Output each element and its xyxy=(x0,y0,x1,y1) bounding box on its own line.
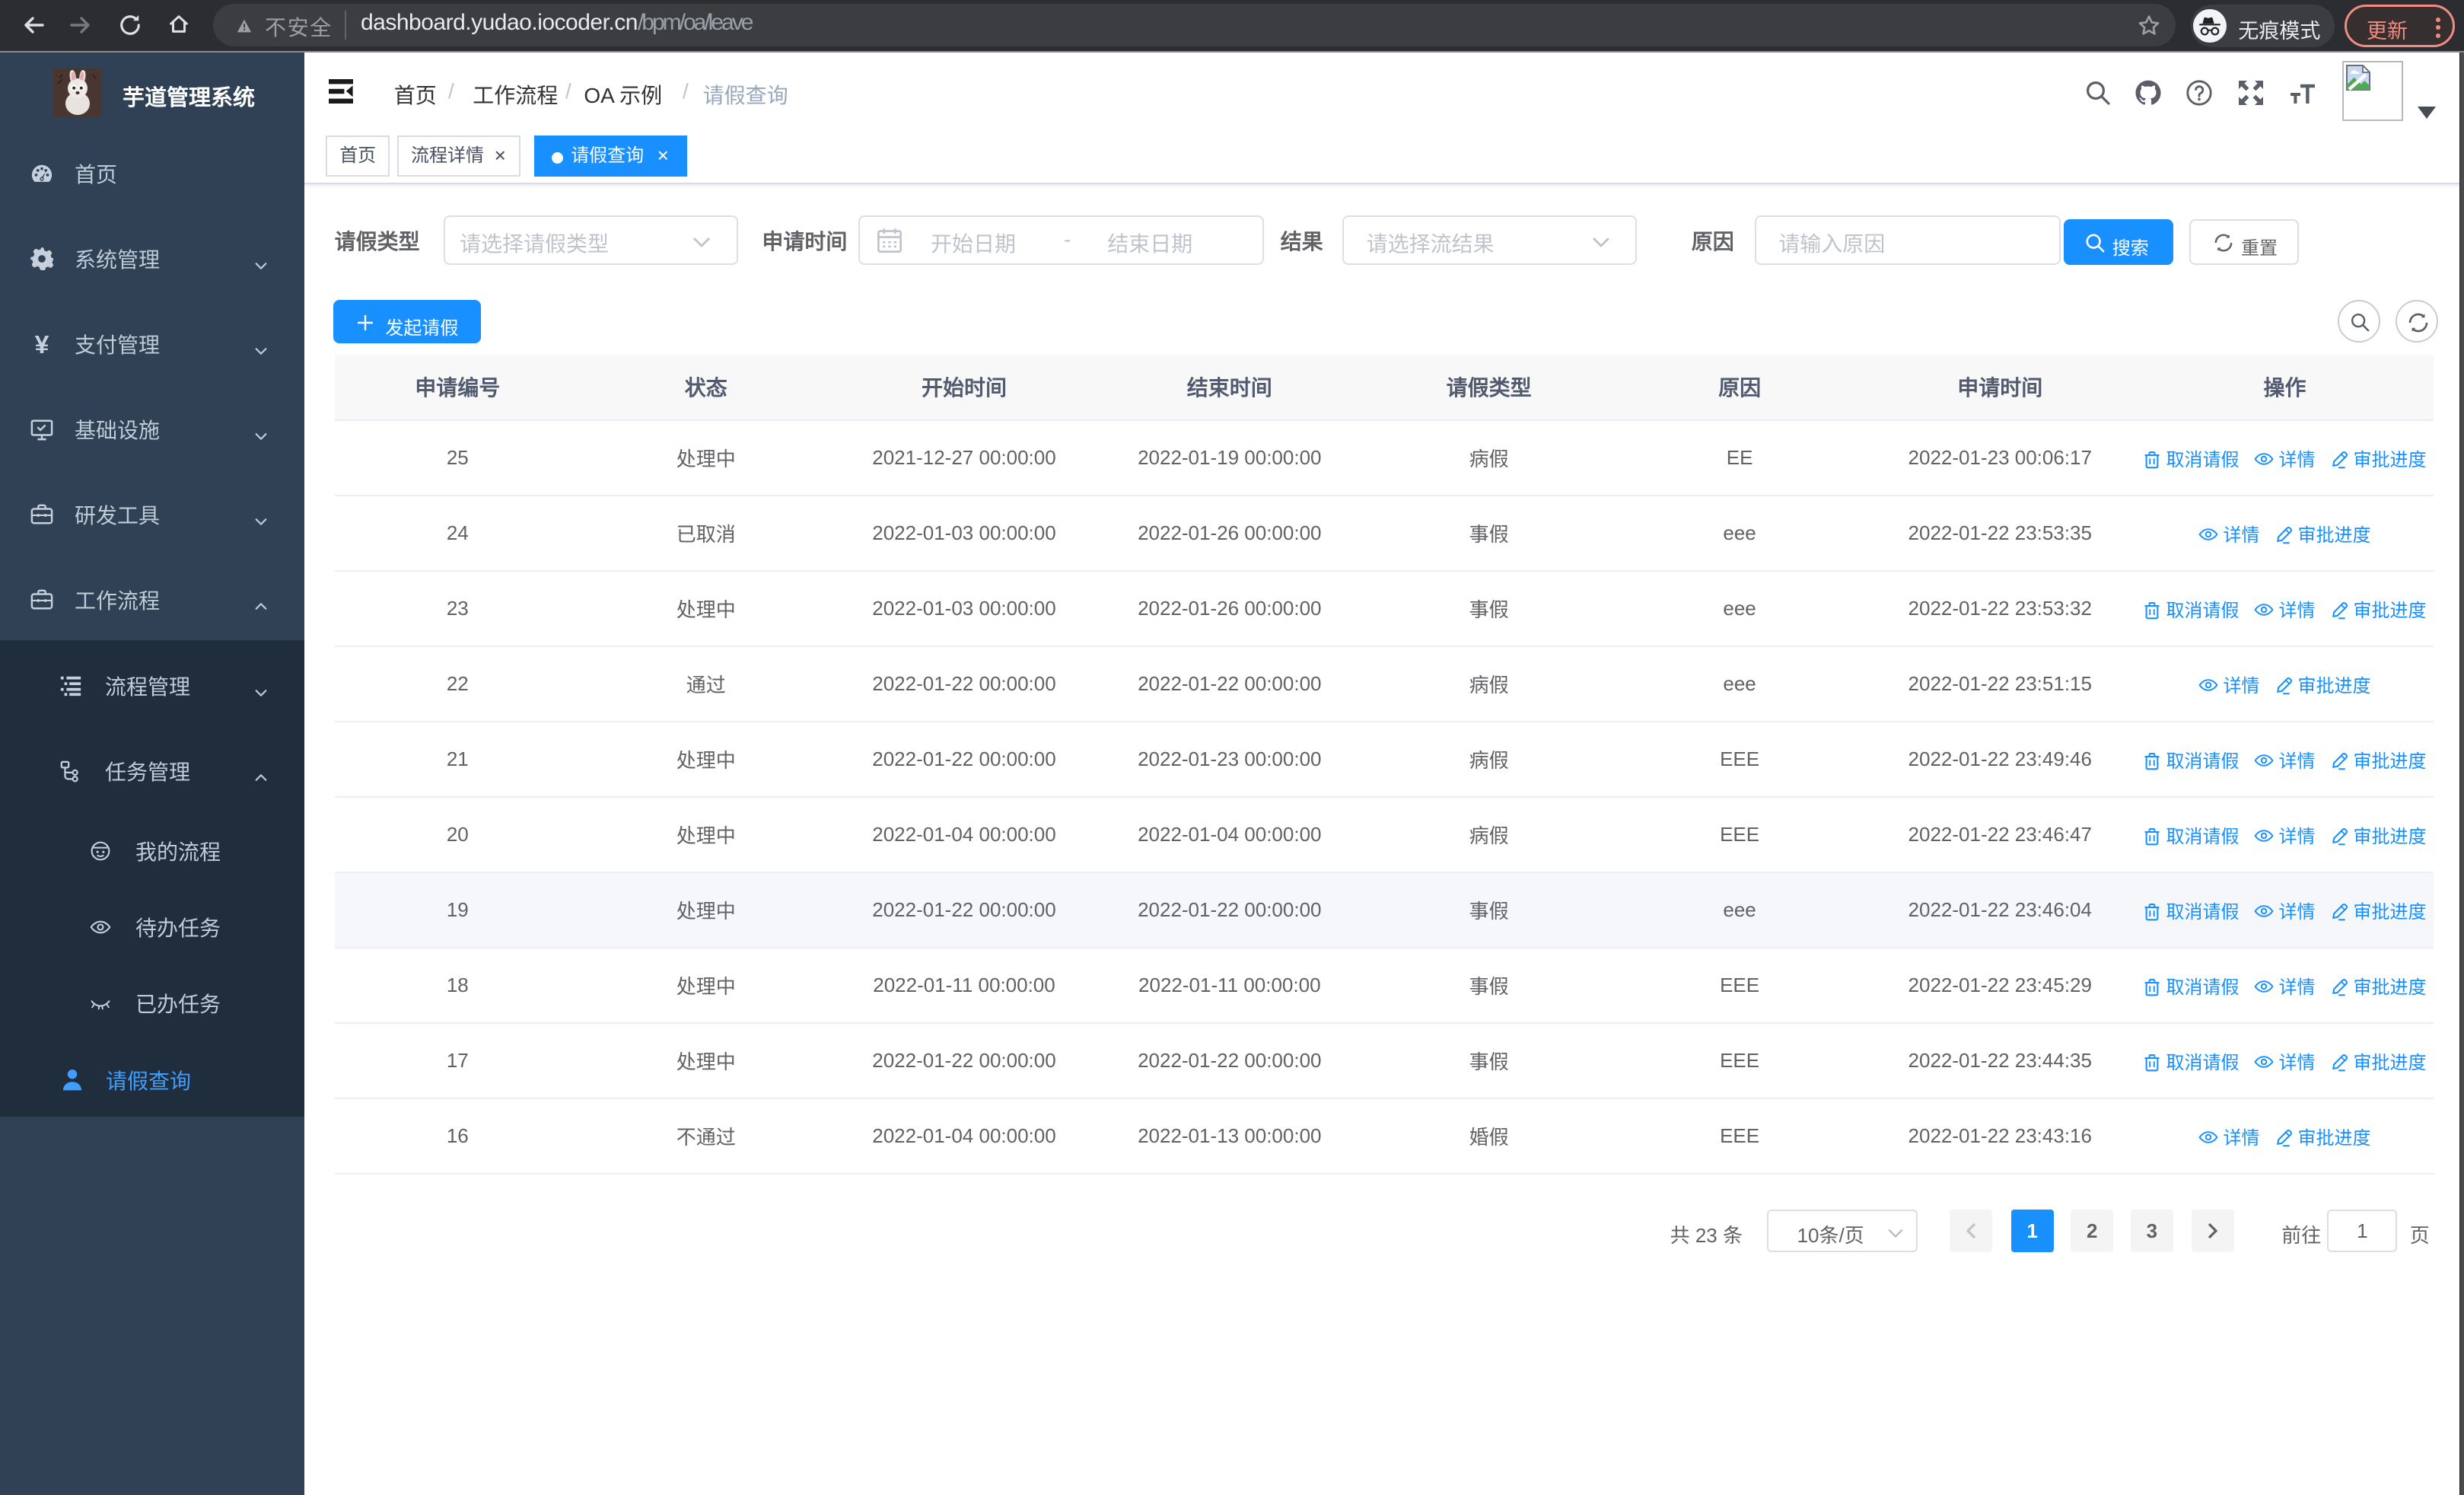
svg-text:¥: ¥ xyxy=(35,333,49,355)
